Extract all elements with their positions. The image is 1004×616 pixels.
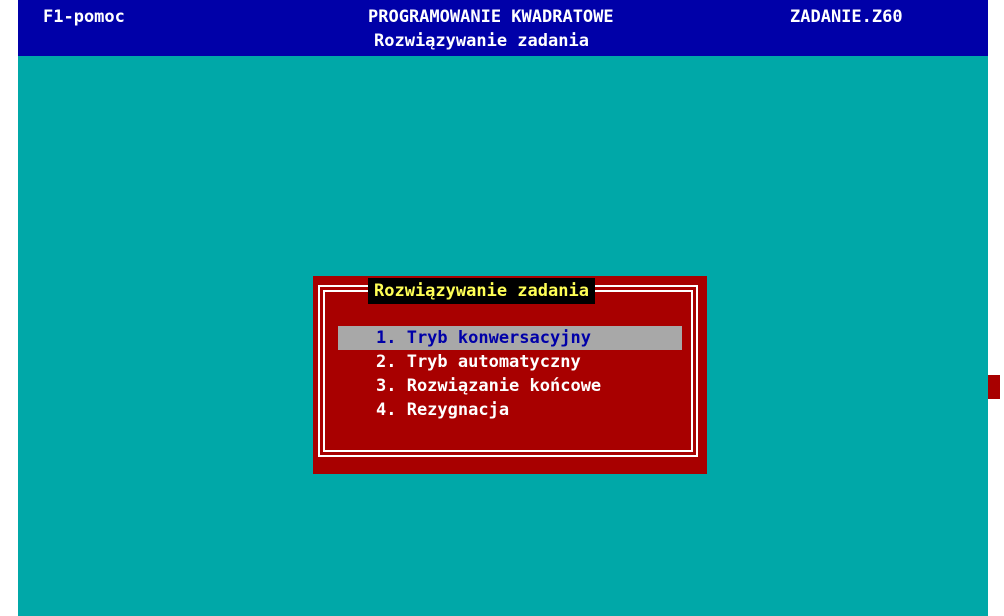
header-bar: F1-pomoc PROGRAMOWANIE KWADRATOWE ZADANI…: [18, 0, 988, 56]
menu-item-rozwiazanie-koncowe[interactable]: 3. Rozwiązanie końcowe: [338, 374, 682, 398]
help-hint[interactable]: F1-pomoc: [43, 5, 125, 29]
dialog-title: Rozwiązywanie zadania: [368, 278, 595, 304]
file-name: ZADANIE.Z60: [790, 7, 903, 27]
side-marker: [988, 375, 1000, 399]
menu-dialog: Rozwiązywanie zadania 1. Tryb konwersacy…: [313, 276, 707, 474]
menu-item-tryb-automatyczny[interactable]: 2. Tryb automatyczny: [338, 350, 682, 374]
menu-item-rezygnacja[interactable]: 4. Rezygnacja: [338, 398, 682, 422]
screen-subtitle: Rozwiązywanie zadania: [374, 31, 589, 51]
menu-list: 1. Tryb konwersacyjny 2. Tryb automatycz…: [338, 326, 682, 422]
menu-item-tryb-konwersacyjny[interactable]: 1. Tryb konwersacyjny: [338, 326, 682, 350]
program-title: PROGRAMOWANIE KWADRATOWE: [368, 7, 614, 27]
